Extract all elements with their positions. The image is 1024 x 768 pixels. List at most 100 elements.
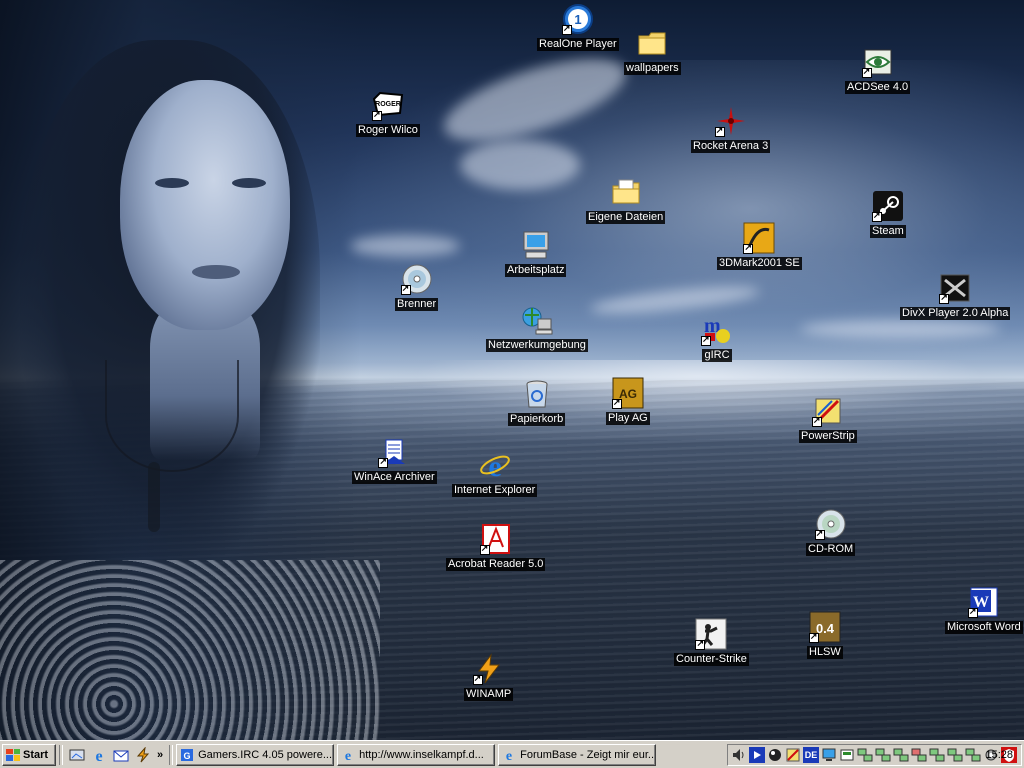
desktop[interactable]: 1 RealOne Player wallpapers ACDSee 4.0 R… [0,0,1024,740]
start-button[interactable]: Start [2,743,56,766]
quick-launch-overflow[interactable]: » [157,749,163,761]
task-button-forumbase[interactable]: e ForumBase - Zeigt mir eur... [498,743,657,766]
desktop-icon-winamp[interactable]: WINAMP [464,653,514,701]
desktop-icon-acdsee[interactable]: ACDSee 4.0 [845,46,911,94]
task-button-inselkampf[interactable]: e http://www.inselkampf.d... [337,743,496,766]
desktop-icon-cdrom[interactable]: CD-ROM [806,508,856,556]
desktop-icon-rocket-arena[interactable]: Rocket Arena 3 [691,105,771,153]
media-player-icon[interactable] [749,747,765,763]
icon-label: WinAce Archiver [352,471,437,484]
network-2-icon[interactable] [875,747,891,763]
desktop-icon-powerstrip[interactable]: PowerStrip [799,395,857,443]
network-places-icon [521,304,553,336]
network-5-icon[interactable] [929,747,945,763]
icon-label: Netzwerkumgebung [486,339,588,352]
wallpaper-cloud [800,320,1000,338]
icon-label: Steam [870,225,906,238]
desktop-icon-play-ag[interactable]: AG Play AG [606,377,650,425]
hlsw-icon: 0.4 [808,611,841,643]
display-icon[interactable] [839,747,855,763]
acdsee-eye-icon [861,46,894,78]
mirc-icon: m [701,314,733,346]
winamp-icon[interactable] [134,746,152,764]
desktop-icon-roger-wilco[interactable]: ROGER Roger Wilco [356,89,420,137]
desktop-icon-arbeitsplatz[interactable]: Arbeitsplatz [505,229,567,277]
wallpaper-sky [330,60,1024,390]
desktop-icon-counter-strike[interactable]: Counter-Strike [674,618,749,666]
acrobat-reader-icon [479,523,512,555]
icon-label: Rocket Arena 3 [691,140,771,153]
divx-player-icon [939,272,971,304]
icon-label: WINAMP [464,688,514,701]
icon-label: gIRC [702,349,732,362]
start-label: Start [23,748,49,761]
desktop-icon-acrobat[interactable]: Acrobat Reader 5.0 [446,523,546,571]
language-de-icon[interactable]: DE [803,747,819,763]
svg-text:G: G [184,751,191,761]
desktop-icon-wallpapers[interactable]: wallpapers [624,27,681,75]
network-4-icon[interactable] [911,747,927,763]
desktop-icon-word[interactable]: W Microsoft Word [945,586,1023,634]
desktop-icon-papierkorb[interactable]: Papierkorb [508,378,566,426]
taskbar: Start e » G Gamers.IRC 4.05 powere... e … [0,740,1024,768]
internet-explorer-icon: e [341,748,355,762]
desktop-icon-steam[interactable]: Steam [870,190,906,238]
show-desktop-icon[interactable] [68,746,86,764]
task-button-irc[interactable]: G Gamers.IRC 4.05 powere... [176,743,335,766]
icon-label: Eigene Dateien [586,211,666,224]
network-ball-icon[interactable] [767,747,783,763]
desktop-icon-netzwerk[interactable]: Netzwerkumgebung [486,304,588,352]
icon-label: Brenner [395,298,439,311]
volume-icon[interactable] [731,747,747,763]
svg-text:e: e [506,749,512,762]
microsoft-word-icon: W [967,586,1000,618]
icon-label: Internet Explorer [452,484,538,497]
desktop-icon-winace[interactable]: WinAce Archiver [352,436,437,484]
svg-text:e: e [95,748,102,763]
icon-label: 3DMark2001 SE [717,257,802,270]
clock[interactable]: 15:28 [985,749,1013,761]
desktop-icon-realone[interactable]: 1 RealOne Player [537,3,619,51]
desktop-icon-3dmark[interactable]: 3DMark2001 SE [717,222,802,270]
icon-label: ACDSee 4.0 [845,81,911,94]
wallpaper-cloud [350,235,460,257]
svg-text:1: 1 [574,12,581,27]
network-6-icon[interactable] [947,747,963,763]
internet-explorer-icon: e [479,449,511,483]
roger-wilco-icon: ROGER [371,89,404,121]
internet-explorer-icon[interactable]: e [90,746,108,764]
task-label: ForumBase - Zeigt mir eur... [520,748,657,761]
desktop-icon-eigene-dateien[interactable]: Eigene Dateien [586,176,666,224]
powerstrip-icon [811,395,844,427]
icon-label: DivX Player 2.0 Alpha [900,307,1011,320]
wallpaper-cloud [460,140,580,190]
windows-logo-icon [6,748,20,761]
desktop-icon-girc[interactable]: m gIRC [701,314,733,362]
internet-explorer-icon: e [502,748,516,762]
monitor-icon[interactable] [821,747,837,763]
pen-tool-icon[interactable] [785,747,801,763]
cd-rom-icon [814,508,847,540]
svg-text:e: e [345,749,351,762]
icon-label: CD-ROM [806,543,856,556]
taskbar-separator [169,744,174,765]
outlook-express-icon[interactable] [112,746,130,764]
icon-label: wallpapers [624,62,681,75]
network-7-icon[interactable] [965,747,981,763]
desktop-icon-divx[interactable]: DivX Player 2.0 Alpha [900,272,1011,320]
desktop-icon-ie[interactable]: e Internet Explorer [452,449,538,497]
task-label: Gamers.IRC 4.05 powere... [198,748,333,761]
cd-burner-icon [400,263,433,295]
svg-text:ROGER: ROGER [375,101,401,108]
3dmark-icon [743,222,775,254]
steam-icon [871,190,904,222]
desktop-icon-brenner[interactable]: Brenner [395,263,439,311]
system-tray: DE 15:28 [727,744,1022,766]
recycle-bin-icon [521,378,553,410]
my-documents-folder-icon [610,176,642,208]
icon-label: HLSW [807,646,843,659]
task-label: http://www.inselkampf.d... [359,748,484,761]
desktop-icon-hlsw[interactable]: 0.4 HLSW [807,611,843,659]
network-3-icon[interactable] [893,747,909,763]
network-1-icon[interactable] [857,747,873,763]
